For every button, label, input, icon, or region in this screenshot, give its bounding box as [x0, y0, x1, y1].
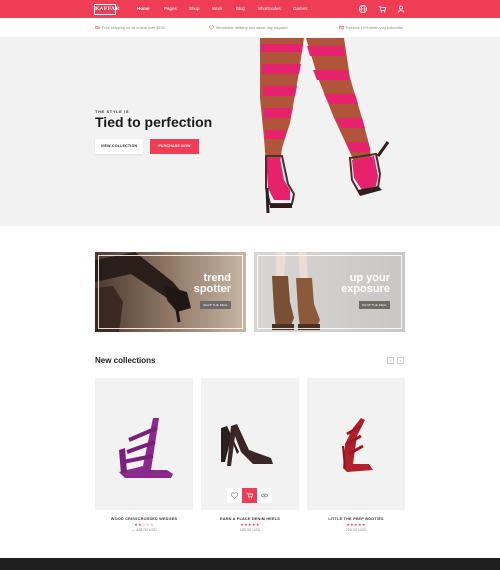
product-name-2[interactable]: EARN A PLACE DENIM HEELS	[201, 517, 299, 521]
cart-icon[interactable]	[377, 4, 387, 14]
site-logo[interactable]: KAFFAR	[94, 4, 119, 15]
top-nav-bar: KAFFAR Home Pages Shop Work Blog Shortco…	[0, 0, 500, 18]
view-collection-button[interactable]: VIEW COLLECTION	[95, 139, 143, 154]
banner-trend-title: trend spotter	[194, 273, 231, 295]
banner-exposure-title-line2: exposure	[341, 283, 390, 295]
product-rating-3: ★★★★★	[346, 522, 366, 527]
info-delivery-text: Worldwide delivery and same day dispatch	[216, 26, 288, 30]
product-price-1: — 448.00 USD	[131, 528, 157, 532]
product-price-2: 180.00 USD	[239, 528, 261, 532]
heart-icon	[230, 492, 239, 499]
banner-exposure-button[interactable]: SHOP THE DEAL	[359, 301, 390, 309]
quick-view-button[interactable]	[257, 488, 272, 503]
footer	[0, 558, 500, 570]
info-shipping: Free shipping on all orders over $100	[95, 25, 165, 30]
product-image-1	[119, 418, 173, 478]
product-price-3: 220.00 USD	[345, 528, 367, 532]
eye-icon	[260, 493, 269, 498]
nav-shortcodes[interactable]: Shortcodes	[258, 0, 281, 18]
product-card-2[interactable]	[201, 378, 299, 510]
banner-trend-title-line2: spotter	[193, 283, 231, 295]
promo-banner-exposure[interactable]: up your exposure SHOP THE DEAL	[254, 252, 405, 332]
mail-icon	[339, 25, 344, 30]
nav-work[interactable]: Work	[212, 0, 222, 18]
product-rating-1: ★★☆☆☆	[134, 522, 154, 527]
product-image-3	[342, 418, 373, 472]
info-subscribe: Receive 10% when you subscribe	[339, 25, 403, 30]
purchase-now-button[interactable]: PURCHASE NOW	[150, 139, 199, 154]
hero-image	[260, 38, 390, 214]
globe-icon[interactable]	[358, 4, 368, 14]
product-rating-2: ★★★★★	[240, 522, 260, 527]
banner-exposure-title: up your exposure	[341, 273, 390, 295]
wishlist-button[interactable]	[227, 488, 242, 503]
info-subscribe-text: Receive 10% when you subscribe	[346, 26, 403, 30]
nav-home[interactable]: Home	[137, 0, 150, 18]
product-card-3[interactable]	[307, 378, 405, 510]
info-shipping-text: Free shipping on all orders over $100	[102, 26, 165, 30]
product-name-1[interactable]: WOOD CRISSCROSSED WEDGES	[95, 517, 193, 521]
carousel-prev-button[interactable]: ‹	[387, 357, 394, 364]
cart-icon	[246, 492, 254, 499]
banner-trend-button[interactable]: SHOP THE DEAL	[200, 301, 231, 309]
add-to-cart-button[interactable]	[242, 488, 257, 503]
carousel-next-button[interactable]: ›	[397, 357, 404, 364]
info-bar: Free shipping on all orders over $100 Wo…	[0, 18, 500, 38]
nav-games[interactable]: Games	[293, 0, 308, 18]
collections-title: New collections	[95, 356, 156, 365]
product-card-1[interactable]	[95, 378, 193, 510]
nav-pages[interactable]: Pages	[164, 0, 177, 18]
page: KAFFAR Home Pages Shop Work Blog Shortco…	[0, 0, 500, 570]
heart-icon	[209, 25, 214, 30]
product-name-3[interactable]: LITTLE THE PEEP BOOTIES	[307, 517, 405, 521]
nav-blog[interactable]: Blog	[236, 0, 245, 18]
info-delivery: Worldwide delivery and same day dispatch	[209, 25, 288, 30]
user-icon[interactable]	[396, 4, 406, 14]
truck-icon	[95, 26, 100, 29]
promo-banner-trend[interactable]: trend spotter SHOP THE DEAL	[95, 252, 246, 332]
hero-headline: Tied to perfection	[95, 114, 213, 130]
product-actions	[227, 488, 273, 503]
nav-shop[interactable]: Shop	[189, 0, 200, 18]
